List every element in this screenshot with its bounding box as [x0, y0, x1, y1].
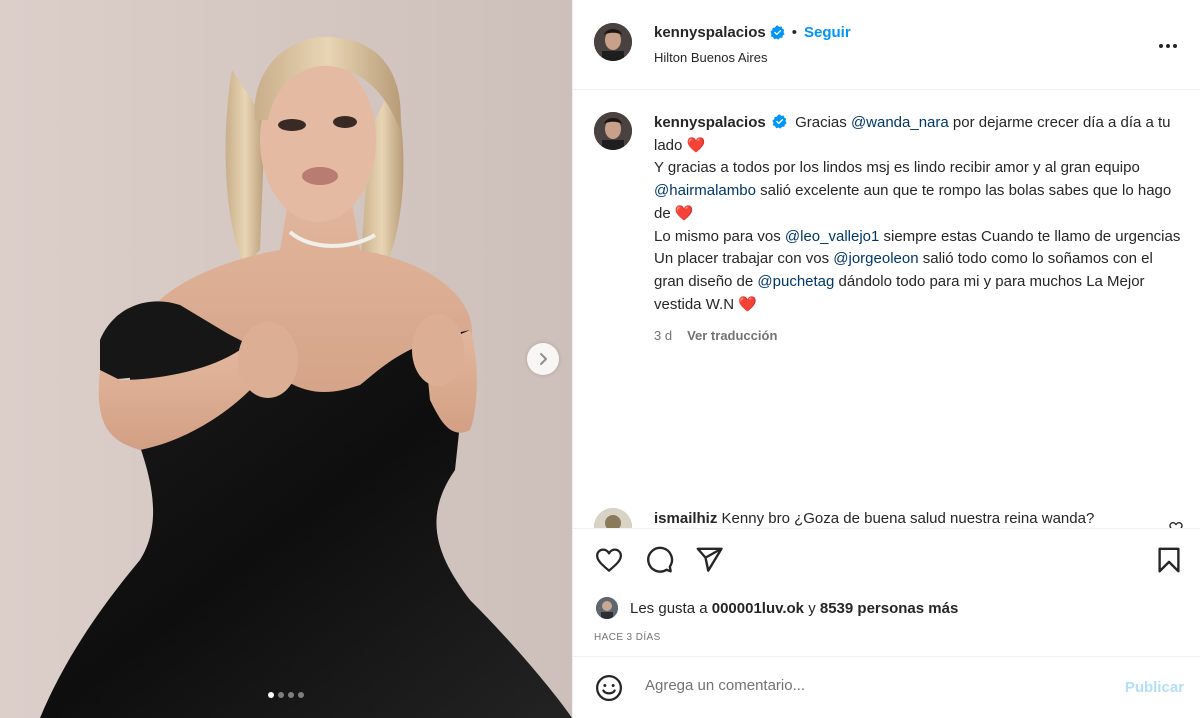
avatar-image [594, 508, 632, 528]
liker-avatar[interactable] [596, 597, 618, 619]
caption-text-segment: Lo mismo para vos [654, 227, 785, 245]
separator-dot: • [791, 24, 797, 41]
emoji-picker-button[interactable] [594, 673, 624, 703]
comment-bubble-icon [647, 546, 674, 573]
verified-badge-icon [770, 25, 785, 40]
avatar-image [594, 112, 632, 150]
carousel-next-button[interactable] [527, 343, 559, 375]
post-header: kennyspalacios • Seguir Hilton Buenos Ai… [573, 0, 1200, 90]
liker-username[interactable]: 000001luv.ok [712, 600, 804, 617]
comment-text: Kenny bro ¿Goza de buena salud nuestra r… [721, 510, 1095, 527]
follow-button[interactable]: Seguir [804, 24, 851, 41]
heart-outline-icon [596, 548, 622, 572]
mention-link[interactable]: @leo_vallejo1 [785, 228, 879, 245]
time-ago-label[interactable]: HACE 3 DÍAS [594, 632, 661, 643]
post-caption: kennyspalacios Gracias @wanda_nara por d… [594, 112, 1184, 348]
caption-text-segment: Un placer trabajar con vos [654, 250, 834, 268]
post-actions [573, 528, 1200, 590]
caption-body: kennyspalacios Gracias @wanda_nara por d… [654, 112, 1184, 348]
see-translation-link[interactable]: Ver traducción [687, 325, 777, 348]
add-comment-bar: Publicar [573, 656, 1200, 718]
comment-button[interactable] [644, 545, 674, 575]
commenter-username[interactable]: ismailhiz [654, 510, 717, 527]
caption-text: kennyspalacios Gracias @wanda_nara por d… [654, 112, 1184, 316]
author-line: kennyspalacios • Seguir [654, 24, 851, 41]
heart-outline-icon [1169, 522, 1183, 528]
publish-comment-button[interactable]: Publicar [1125, 679, 1184, 696]
save-button[interactable] [1154, 545, 1184, 575]
likes-others-link[interactable]: 8539 personas más [820, 600, 958, 617]
bookmark-icon [1158, 547, 1180, 573]
comment-body: ismailhiz Kenny bro ¿Goza de buena salud… [654, 508, 1154, 528]
likes-summary: Les gusta a 000001luv.ok y 8539 personas… [573, 590, 1200, 632]
smiley-icon [596, 675, 622, 701]
caption-text-segment: siempre estas Cuando te llamo de urgenci… [879, 227, 1181, 245]
author-username[interactable]: kennyspalacios [654, 24, 766, 41]
post-media[interactable] [0, 0, 572, 718]
mention-link[interactable]: @jorgeoleon [833, 250, 918, 267]
share-button[interactable] [694, 545, 724, 575]
carousel-dot [278, 692, 284, 698]
likes-connector: y [804, 600, 820, 617]
caption-author-avatar[interactable] [594, 112, 632, 150]
post-side-panel: kennyspalacios • Seguir Hilton Buenos Ai… [572, 0, 1200, 718]
comment-item: ismailhiz Kenny bro ¿Goza de buena salud… [594, 508, 1184, 528]
post-timestamp: HACE 3 DÍAS [573, 632, 1200, 656]
carousel-dot [268, 692, 274, 698]
red-heart-emoji: ❤️ [674, 204, 694, 222]
post-location[interactable]: Hilton Buenos Aires [654, 50, 767, 65]
comment-input[interactable] [645, 677, 1095, 694]
likes-text: Les gusta a 000001luv.ok y 8539 personas… [630, 600, 958, 617]
caption-content: Gracias @wanda_nara por dejarme crecer d… [654, 114, 1180, 313]
mention-link[interactable]: @puchetag [757, 273, 834, 290]
red-heart-emoji: ❤️ [686, 136, 706, 154]
red-heart-emoji: ❤️ [738, 295, 757, 313]
commenter-avatar[interactable] [594, 508, 632, 528]
caption-meta: 3 d Ver traducción [654, 325, 1184, 348]
author-avatar[interactable] [594, 23, 632, 61]
post-photo [0, 0, 572, 718]
mention-link[interactable]: @hairmalambo [654, 182, 756, 199]
avatar-image [596, 597, 618, 619]
mention-link[interactable]: @wanda_nara [851, 114, 949, 131]
carousel-dot [298, 692, 304, 698]
paper-plane-icon [696, 547, 723, 572]
comment-like-button[interactable] [1168, 520, 1184, 528]
more-options-button[interactable] [1156, 34, 1180, 58]
carousel-indicator [0, 692, 572, 698]
caption-age[interactable]: 3 d [654, 325, 672, 348]
carousel-dot [288, 692, 294, 698]
more-horizontal-icon [1159, 44, 1177, 48]
caption-text-segment: Y gracias a todos por los lindos msj es … [654, 159, 1140, 177]
caption-username[interactable]: kennyspalacios [654, 114, 766, 131]
caption-text-segment: Gracias [795, 114, 851, 131]
chevron-right-icon [540, 353, 547, 365]
avatar-image [594, 23, 632, 61]
like-button[interactable] [594, 545, 624, 575]
instagram-post: kennyspalacios • Seguir Hilton Buenos Ai… [0, 0, 1200, 718]
likes-prefix: Les gusta a [630, 600, 712, 617]
verified-badge-icon [772, 114, 787, 129]
comments-section[interactable]: kennyspalacios Gracias @wanda_nara por d… [573, 90, 1200, 528]
